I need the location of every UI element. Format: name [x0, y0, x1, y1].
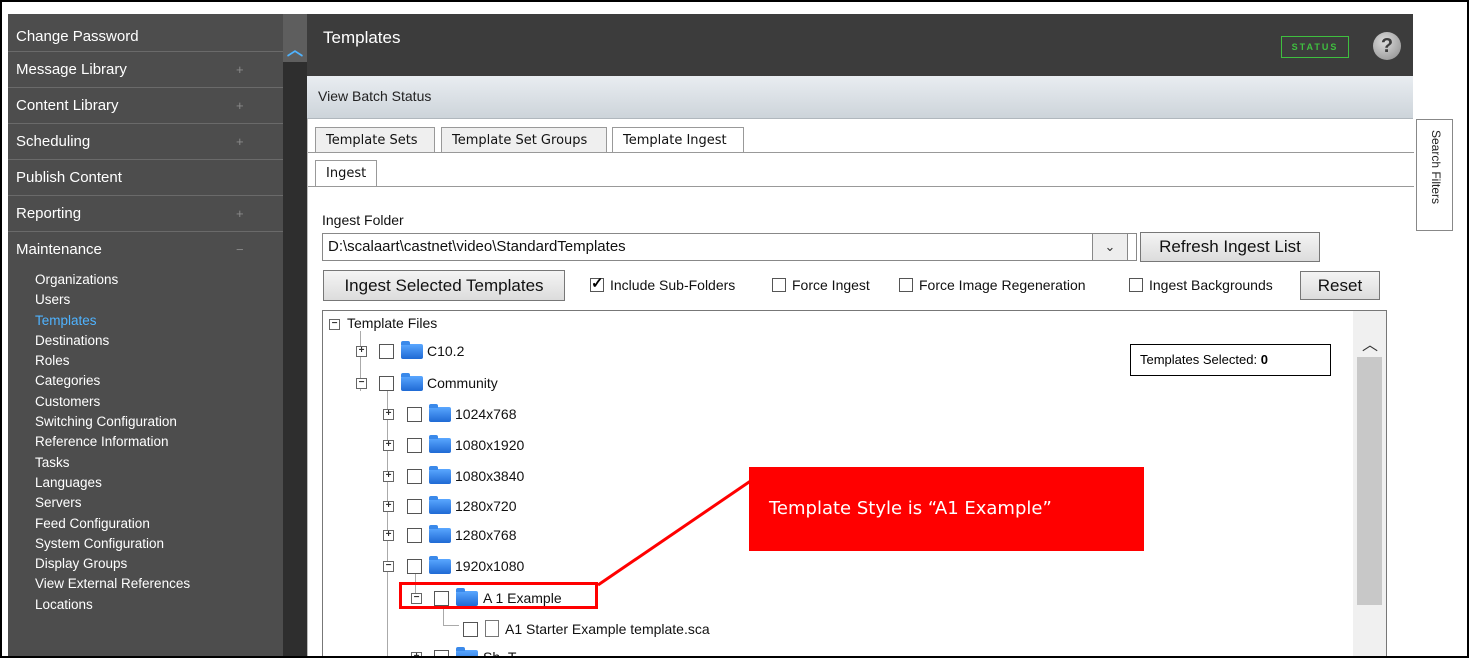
callout-line — [597, 478, 753, 587]
annotation-callout: Template Style is “A1 Example” — [749, 467, 1144, 551]
callout-connector — [597, 478, 753, 587]
annotation-highlight-box — [399, 582, 598, 609]
app-window: Change Password Message Library + Content… — [0, 0, 1469, 658]
